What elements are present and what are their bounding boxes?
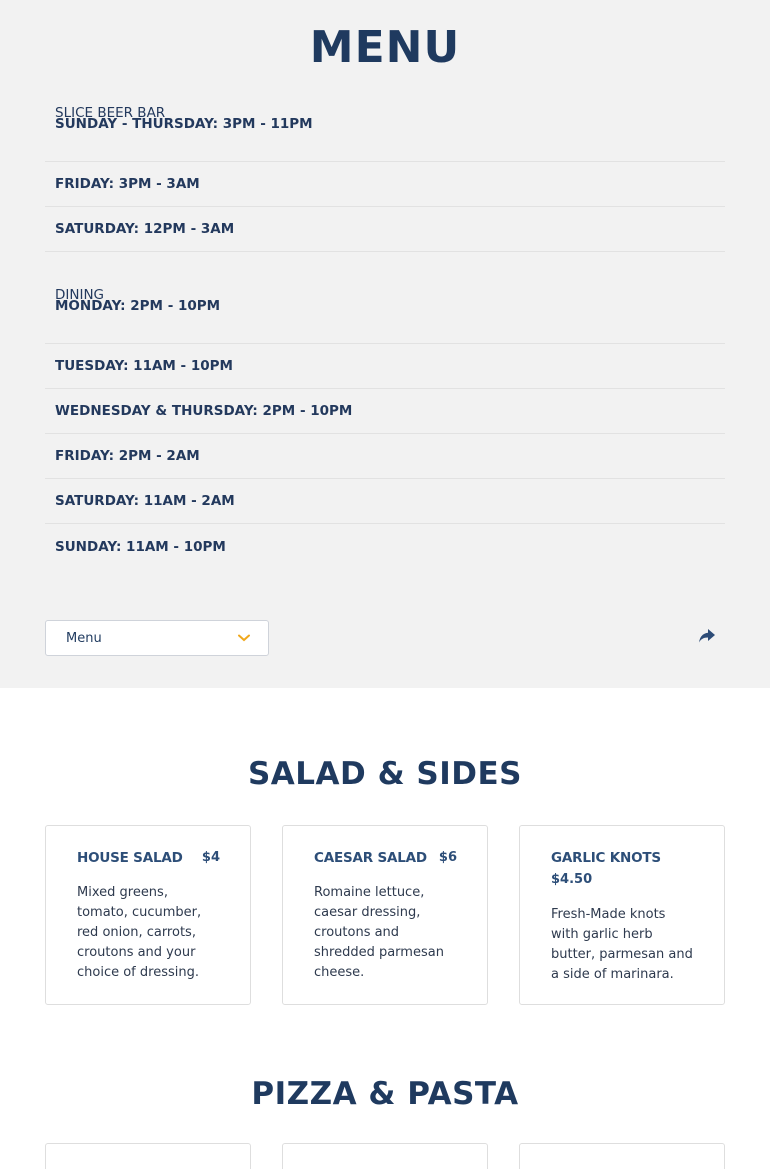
chevron-down-icon <box>238 631 250 645</box>
menu-item-card: GARLIC KNOTS $4.50 Fresh-Made knots with… <box>519 825 725 1005</box>
menu-item-card <box>45 1143 251 1169</box>
menu-item-price: $6 <box>438 850 457 865</box>
hours-row: FRIDAY: 3PM - 3AM <box>45 162 725 207</box>
menu-controls: Menu <box>45 620 725 656</box>
menu-item-price: $4 <box>201 850 220 865</box>
share-icon[interactable] <box>697 628 717 648</box>
hours-row: MONDAY: 2PM - 10PM <box>45 298 725 344</box>
menu-item-name: HOUSE SALAD <box>77 850 183 866</box>
menu-item-card <box>282 1143 488 1169</box>
menu-item-card <box>519 1143 725 1169</box>
hours-panel: MENU SLICE BEER BAR SUNDAY - THURSDAY: 3… <box>0 0 770 688</box>
hours-row: SATURDAY: 12PM - 3AM <box>45 207 725 252</box>
menu-item-price: $4.50 <box>551 872 593 887</box>
salad-cards: HOUSE SALAD $4 Mixed greens, tomato, cuc… <box>45 825 725 1005</box>
menu-item-name: CAESAR SALAD <box>314 850 427 866</box>
menu-select[interactable]: Menu <box>45 620 269 656</box>
salad-section: SALAD & SIDES HOUSE SALAD $4 Mixed green… <box>0 688 770 1005</box>
hours-row: SUNDAY - THURSDAY: 3PM - 11PM <box>45 116 725 162</box>
hours-row: SUNDAY: 11AM - 10PM <box>55 538 226 555</box>
menu-item-description: Mixed greens, tomato, cucumber, red onio… <box>77 885 202 980</box>
pizza-section: PIZZA & PASTA <box>0 1005 770 1169</box>
menu-item-card: HOUSE SALAD $4 Mixed greens, tomato, cuc… <box>45 825 251 1005</box>
section-title: PIZZA & PASTA <box>251 1076 519 1112</box>
menu-item-name: GARLIC KNOTS <box>551 850 661 866</box>
hours-list: SLICE BEER BAR SUNDAY - THURSDAY: 3PM - … <box>45 92 725 569</box>
menu-item-card: CAESAR SALAD $6 Romaine lettuce, caesar … <box>282 825 488 1005</box>
dining-title: DINING <box>55 287 105 303</box>
pizza-cards <box>45 1143 725 1169</box>
hours-row: FRIDAY: 2PM - 2AM <box>45 434 725 479</box>
menu-item-description: Fresh-Made knots with garlic herb butter… <box>551 907 693 982</box>
section-title: SALAD & SIDES <box>247 756 522 792</box>
hours-row: TUESDAY: 11AM - 10PM <box>45 344 725 389</box>
menu-select-value: Menu <box>66 630 102 646</box>
hours-row: WEDNESDAY & THURSDAY: 2PM - 10PM <box>45 389 725 434</box>
menu-item-description: Romaine lettuce, caesar dressing, crouto… <box>314 885 444 980</box>
page-title: MENU <box>309 22 461 73</box>
beer-bar-title: SLICE BEER BAR <box>55 105 166 121</box>
hours-row: SATURDAY: 11AM - 2AM <box>45 479 725 524</box>
